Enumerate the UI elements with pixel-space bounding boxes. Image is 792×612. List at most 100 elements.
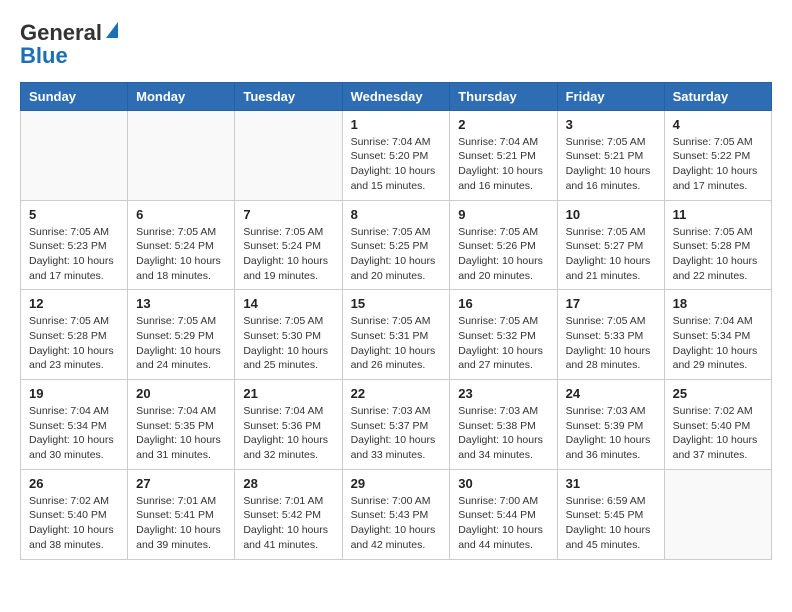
calendar-cell: 21 Sunrise: 7:04 AM Sunset: 5:36 PM Dayli… (235, 380, 342, 470)
day-header-monday: Monday (128, 82, 235, 110)
calendar-cell: 6 Sunrise: 7:05 AM Sunset: 5:24 PM Daylig… (128, 200, 235, 290)
logo-triangle-icon (104, 22, 118, 43)
calendar-cell: 7 Sunrise: 7:05 AM Sunset: 5:24 PM Daylig… (235, 200, 342, 290)
calendar-week-row: 12 Sunrise: 7:05 AM Sunset: 5:28 PM Dayli… (21, 290, 772, 380)
calendar-cell: 17Sunrise: 7:05 AM Sunset: 5:33 PM Dayli… (557, 290, 664, 380)
day-info: Sunrise: 7:05 AM Sunset: 5:28 PM Dayligh… (29, 314, 119, 373)
page-header: General Blue (20, 20, 772, 66)
calendar-cell: 14 Sunrise: 7:05 AM Sunset: 5:30 PM Dayli… (235, 290, 342, 380)
calendar-week-row: 1 Sunrise: 7:04 AM Sunset: 5:20 PM Daylig… (21, 110, 772, 200)
day-info: Sunrise: 7:05 AM Sunset: 5:24 PM Dayligh… (136, 225, 226, 284)
calendar-week-row: 5Sunrise: 7:05 AM Sunset: 5:23 PM Daylig… (21, 200, 772, 290)
calendar-cell: 19Sunrise: 7:04 AM Sunset: 5:34 PM Dayli… (21, 380, 128, 470)
day-info: Sunrise: 7:03 AM Sunset: 5:38 PM Dayligh… (458, 404, 548, 463)
calendar-cell: 29 Sunrise: 7:00 AM Sunset: 5:43 PM Dayli… (342, 469, 450, 559)
day-number: 13 (136, 296, 226, 311)
day-info: Sunrise: 6:59 AM Sunset: 5:45 PM Dayligh… (566, 494, 656, 553)
day-number: 24 (566, 386, 656, 401)
day-number: 23 (458, 386, 548, 401)
day-number: 7 (243, 207, 333, 222)
calendar-cell: 27Sunrise: 7:01 AM Sunset: 5:41 PM Dayli… (128, 469, 235, 559)
day-info: Sunrise: 7:02 AM Sunset: 5:40 PM Dayligh… (673, 404, 763, 463)
day-header-thursday: Thursday (450, 82, 557, 110)
calendar-cell: 30 Sunrise: 7:00 AM Sunset: 5:44 PM Dayli… (450, 469, 557, 559)
day-number: 28 (243, 476, 333, 491)
calendar-cell: 4 Sunrise: 7:05 AM Sunset: 5:22 PM Daylig… (664, 110, 771, 200)
calendar-cell: 23 Sunrise: 7:03 AM Sunset: 5:38 PM Dayli… (450, 380, 557, 470)
calendar-cell: 9Sunrise: 7:05 AM Sunset: 5:26 PM Daylig… (450, 200, 557, 290)
calendar-cell: 24 Sunrise: 7:03 AM Sunset: 5:39 PM Dayli… (557, 380, 664, 470)
calendar-week-row: 19Sunrise: 7:04 AM Sunset: 5:34 PM Dayli… (21, 380, 772, 470)
day-number: 31 (566, 476, 656, 491)
day-number: 11 (673, 207, 763, 222)
calendar-cell: 15Sunrise: 7:05 AM Sunset: 5:31 PM Dayli… (342, 290, 450, 380)
day-info: Sunrise: 7:05 AM Sunset: 5:32 PM Dayligh… (458, 314, 548, 373)
day-info: Sunrise: 7:04 AM Sunset: 5:36 PM Dayligh… (243, 404, 333, 463)
calendar-cell: 3 Sunrise: 7:05 AM Sunset: 5:21 PM Daylig… (557, 110, 664, 200)
day-info: Sunrise: 7:05 AM Sunset: 5:24 PM Dayligh… (243, 225, 333, 284)
calendar-cell: 13 Sunrise: 7:05 AM Sunset: 5:29 PM Dayli… (128, 290, 235, 380)
day-info: Sunrise: 7:01 AM Sunset: 5:42 PM Dayligh… (243, 494, 333, 553)
day-header-tuesday: Tuesday (235, 82, 342, 110)
day-number: 30 (458, 476, 548, 491)
day-info: Sunrise: 7:05 AM Sunset: 5:21 PM Dayligh… (566, 135, 656, 194)
day-header-sunday: Sunday (21, 82, 128, 110)
day-info: Sunrise: 7:05 AM Sunset: 5:25 PM Dayligh… (351, 225, 442, 284)
day-number: 17 (566, 296, 656, 311)
day-number: 6 (136, 207, 226, 222)
day-number: 5 (29, 207, 119, 222)
day-number: 25 (673, 386, 763, 401)
day-number: 10 (566, 207, 656, 222)
day-info: Sunrise: 7:05 AM Sunset: 5:31 PM Dayligh… (351, 314, 442, 373)
calendar-cell: 26Sunrise: 7:02 AM Sunset: 5:40 PM Dayli… (21, 469, 128, 559)
calendar-cell: 20Sunrise: 7:04 AM Sunset: 5:35 PM Dayli… (128, 380, 235, 470)
day-info: Sunrise: 7:04 AM Sunset: 5:34 PM Dayligh… (673, 314, 763, 373)
day-info: Sunrise: 7:04 AM Sunset: 5:20 PM Dayligh… (351, 135, 442, 194)
calendar-table: SundayMondayTuesdayWednesdayThursdayFrid… (20, 82, 772, 560)
calendar-cell: 10 Sunrise: 7:05 AM Sunset: 5:27 PM Dayli… (557, 200, 664, 290)
calendar-cell: 8 Sunrise: 7:05 AM Sunset: 5:25 PM Daylig… (342, 200, 450, 290)
day-info: Sunrise: 7:05 AM Sunset: 5:30 PM Dayligh… (243, 314, 333, 373)
day-info: Sunrise: 7:03 AM Sunset: 5:39 PM Dayligh… (566, 404, 656, 463)
calendar-cell: 18 Sunrise: 7:04 AM Sunset: 5:34 PM Dayli… (664, 290, 771, 380)
day-number: 18 (673, 296, 763, 311)
day-info: Sunrise: 7:05 AM Sunset: 5:29 PM Dayligh… (136, 314, 226, 373)
day-info: Sunrise: 7:04 AM Sunset: 5:34 PM Dayligh… (29, 404, 119, 463)
calendar-week-row: 26Sunrise: 7:02 AM Sunset: 5:40 PM Dayli… (21, 469, 772, 559)
day-number: 21 (243, 386, 333, 401)
calendar-cell: 22 Sunrise: 7:03 AM Sunset: 5:37 PM Dayli… (342, 380, 450, 470)
calendar-cell: 5Sunrise: 7:05 AM Sunset: 5:23 PM Daylig… (21, 200, 128, 290)
calendar-cell (235, 110, 342, 200)
calendar-cell (21, 110, 128, 200)
day-info: Sunrise: 7:00 AM Sunset: 5:44 PM Dayligh… (458, 494, 548, 553)
day-header-wednesday: Wednesday (342, 82, 450, 110)
day-info: Sunrise: 7:05 AM Sunset: 5:27 PM Dayligh… (566, 225, 656, 284)
day-info: Sunrise: 7:04 AM Sunset: 5:21 PM Dayligh… (458, 135, 548, 194)
calendar-cell: 12 Sunrise: 7:05 AM Sunset: 5:28 PM Dayli… (21, 290, 128, 380)
calendar-cell: 16 Sunrise: 7:05 AM Sunset: 5:32 PM Dayli… (450, 290, 557, 380)
day-number: 8 (351, 207, 442, 222)
day-number: 4 (673, 117, 763, 132)
calendar-header-row: SundayMondayTuesdayWednesdayThursdayFrid… (21, 82, 772, 110)
day-info: Sunrise: 7:05 AM Sunset: 5:22 PM Dayligh… (673, 135, 763, 194)
calendar-cell: 25 Sunrise: 7:02 AM Sunset: 5:40 PM Dayli… (664, 380, 771, 470)
day-info: Sunrise: 7:03 AM Sunset: 5:37 PM Dayligh… (351, 404, 442, 463)
day-info: Sunrise: 7:02 AM Sunset: 5:40 PM Dayligh… (29, 494, 119, 553)
day-number: 16 (458, 296, 548, 311)
day-number: 1 (351, 117, 442, 132)
calendar-cell: 11Sunrise: 7:05 AM Sunset: 5:28 PM Dayli… (664, 200, 771, 290)
day-info: Sunrise: 7:00 AM Sunset: 5:43 PM Dayligh… (351, 494, 442, 553)
day-number: 12 (29, 296, 119, 311)
calendar-cell: 2 Sunrise: 7:04 AM Sunset: 5:21 PM Daylig… (450, 110, 557, 200)
day-number: 27 (136, 476, 226, 491)
day-number: 29 (351, 476, 442, 491)
day-info: Sunrise: 7:05 AM Sunset: 5:26 PM Dayligh… (458, 225, 548, 284)
day-number: 2 (458, 117, 548, 132)
day-number: 14 (243, 296, 333, 311)
day-number: 3 (566, 117, 656, 132)
day-info: Sunrise: 7:04 AM Sunset: 5:35 PM Dayligh… (136, 404, 226, 463)
calendar-cell (128, 110, 235, 200)
logo: General Blue (20, 20, 118, 66)
day-number: 22 (351, 386, 442, 401)
day-header-friday: Friday (557, 82, 664, 110)
